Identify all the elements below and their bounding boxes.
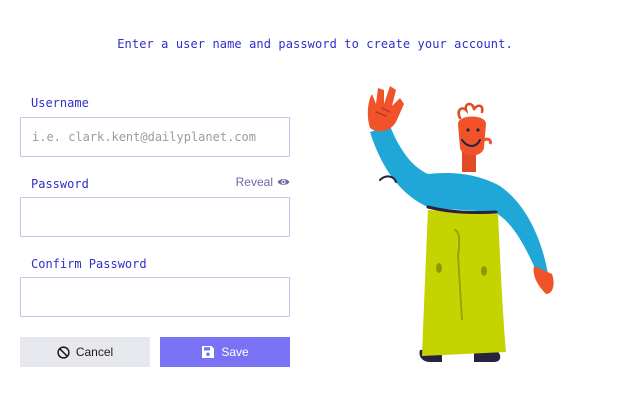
- reveal-label: Reveal: [235, 175, 273, 189]
- floppy-disk-icon: [201, 345, 215, 359]
- cancel-button[interactable]: Cancel: [20, 337, 150, 367]
- ban-icon: [57, 345, 70, 359]
- cancel-label: Cancel: [75, 345, 114, 359]
- save-label: Save: [221, 345, 249, 359]
- confirm-password-label: Confirm Password: [31, 257, 147, 271]
- waving-person-illustration: [362, 80, 562, 370]
- username-input[interactable]: [20, 117, 290, 157]
- save-button[interactable]: Save: [160, 337, 290, 367]
- confirm-password-input[interactable]: [20, 277, 290, 317]
- password-label: Password: [31, 177, 89, 191]
- password-input[interactable]: [20, 197, 290, 237]
- eye-icon: [277, 177, 290, 187]
- form-instructions: Enter a user name and password to create…: [117, 37, 513, 51]
- username-label: Username: [31, 96, 89, 110]
- reveal-password-toggle[interactable]: Reveal: [236, 175, 290, 189]
